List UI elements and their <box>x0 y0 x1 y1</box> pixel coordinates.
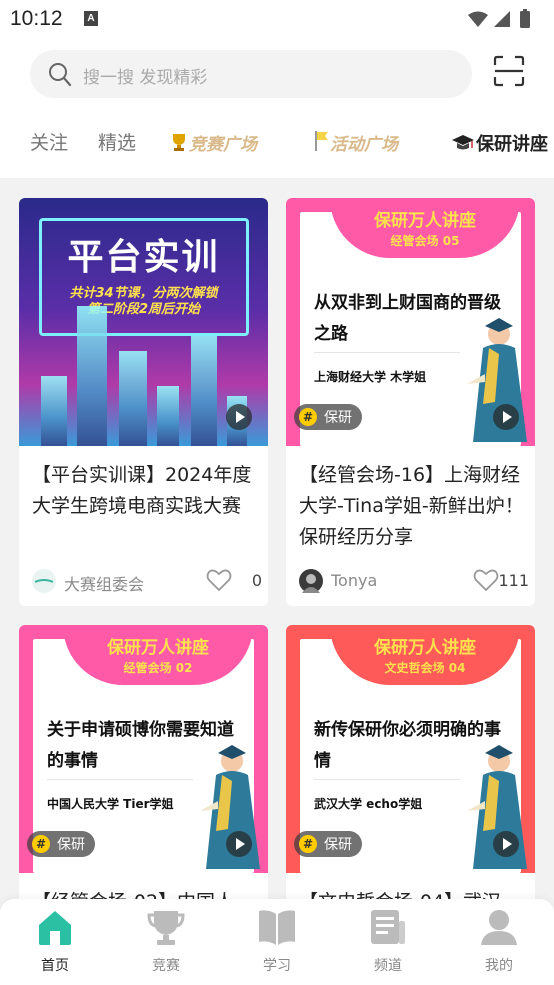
tab-featured[interactable]: 精选 <box>98 128 136 155</box>
avatar <box>32 569 56 593</box>
home-icon <box>35 907 75 947</box>
card-thumbnail: 新传保研你必须明确的事情 武汉大学 echo学姐 保研万人讲座 文史哲会场 04… <box>286 625 535 873</box>
profile-icon <box>479 907 519 947</box>
poster-divider <box>314 352 460 353</box>
channel-icon <box>368 907 408 947</box>
notification-icon: A <box>84 11 98 26</box>
poster-speaker: 中国人民大学 Tier学姐 <box>47 797 174 811</box>
trophy-icon <box>146 907 186 947</box>
scan-icon[interactable] <box>492 54 526 92</box>
poster-session: 文史哲会场 04 <box>384 661 466 675</box>
card-title: 【平台实训课】2024年度大学生跨境电商实践大赛 <box>32 464 252 517</box>
poster-session: 经管会场 02 <box>123 661 193 675</box>
tab-postgrad-lecture[interactable]: 保研讲座 <box>451 130 548 157</box>
nav-label: 我的 <box>485 958 513 974</box>
topic-tag[interactable]: # 保研 <box>27 831 95 857</box>
building-shape <box>41 376 67 446</box>
flag-icon <box>313 130 329 157</box>
topic-tag[interactable]: # 保研 <box>294 831 362 857</box>
thumbnail-title: 平台实训 <box>67 237 220 278</box>
tab-label: 保研讲座 <box>476 134 548 155</box>
heart-icon[interactable] <box>473 568 499 596</box>
card-thumbnail: 从双非到上财国商的晋级之路 上海财经大学 木学姐 保研万人讲座 经管会场 05 … <box>286 198 535 446</box>
tab-label: 竞赛广场 <box>189 135 257 155</box>
nav-label: 频道 <box>374 958 402 974</box>
nav-channel[interactable]: 频道 <box>343 907 433 977</box>
thumbnail-subtitle: 共计34节课，分两次解锁 第二阶段2周后开始 <box>19 286 268 318</box>
like-count: 111 <box>498 571 529 590</box>
system-icons <box>466 9 542 33</box>
building-shape <box>157 386 179 446</box>
graduate-figure-illustration <box>188 741 268 873</box>
play-icon <box>226 831 252 857</box>
card-thumbnail: 关于申请硕博你需要知道的事情 中国人民大学 Tier学姐 保研万人讲座 经管会场… <box>19 625 268 873</box>
topic-tag[interactable]: # 保研 <box>294 404 362 430</box>
building-shape <box>77 306 107 446</box>
search-icon <box>48 61 72 91</box>
nav-label: 首页 <box>41 958 69 974</box>
feed-card[interactable]: 关于申请硕博你需要知道的事情 中国人民大学 Tier学姐 保研万人讲座 经管会场… <box>19 625 268 925</box>
poster-session: 经管会场 05 <box>390 234 460 248</box>
hashtag-icon: # <box>299 408 317 426</box>
tab-activity-plaza[interactable]: 活动广场 <box>313 130 398 157</box>
wifi-signal-battery-icons <box>468 9 530 28</box>
play-icon <box>493 404 519 430</box>
graduate-figure-illustration <box>455 741 535 873</box>
feed-card[interactable]: 从双非到上财国商的晋级之路 上海财经大学 木学姐 保研万人讲座 经管会场 05 … <box>286 198 535 606</box>
search-bar[interactable]: 搜一搜 发现精彩 <box>30 50 472 98</box>
poster-heading: 保研万人讲座 <box>107 638 209 658</box>
card-meta: 大赛组委会 0 <box>32 568 262 594</box>
poster-header: 保研万人讲座 经管会场 02 <box>63 625 253 685</box>
tag-label: 保研 <box>57 837 85 853</box>
graduation-cap-icon <box>451 134 475 157</box>
book-icon <box>257 907 297 947</box>
nav-label: 竞赛 <box>152 958 180 974</box>
hashtag-icon: # <box>299 835 317 853</box>
poster-speaker: 武汉大学 echo学姐 <box>314 797 423 811</box>
hashtag-icon: # <box>32 835 50 853</box>
avatar <box>299 569 323 593</box>
nav-study[interactable]: 学习 <box>232 907 322 977</box>
thumbnail-subtitle-line1: 共计34节课，分两次解锁 <box>69 286 218 301</box>
building-shape <box>119 351 147 446</box>
card-thumbnail: 平台实训 共计34节课，分两次解锁 第二阶段2周后开始 <box>19 198 268 446</box>
tab-follow[interactable]: 关注 <box>30 128 68 155</box>
play-icon <box>226 404 252 430</box>
tab-label: 活动广场 <box>330 135 398 155</box>
feed-card[interactable]: 平台实训 共计34节课，分两次解锁 第二阶段2周后开始 【平台实训课】2024年… <box>19 198 268 606</box>
poster-heading: 保研万人讲座 <box>374 638 476 658</box>
poster-heading: 保研万人讲座 <box>374 211 476 231</box>
nav-home[interactable]: 首页 <box>10 907 100 977</box>
tag-label: 保研 <box>324 410 352 426</box>
play-icon <box>493 831 519 857</box>
trophy-icon <box>170 132 188 157</box>
card-author: 大赛组委会 <box>64 575 145 594</box>
bottom-nav: 首页 竞赛 学习 频道 我的 <box>0 899 554 985</box>
card-author: Tonya <box>331 571 378 590</box>
building-shape <box>191 336 217 446</box>
nav-competition[interactable]: 竞赛 <box>121 907 211 977</box>
feed-card[interactable]: 新传保研你必须明确的事情 武汉大学 echo学姐 保研万人讲座 文史哲会场 04… <box>286 625 535 925</box>
poster-divider <box>47 779 193 780</box>
poster-header: 保研万人讲座 文史哲会场 04 <box>330 625 520 685</box>
thumbnail-subtitle-line2: 第二阶段2周后开始 <box>86 302 201 317</box>
poster-divider <box>314 779 460 780</box>
card-meta: Tonya 111 <box>299 568 529 594</box>
nav-label: 学习 <box>263 958 291 974</box>
category-tabs: 关注 精选 竞赛广场 活动广场 保研讲座 <box>0 122 554 162</box>
top-header: 搜一搜 发现精彩 关注 精选 竞赛广场 活动广场 保研讲座 <box>0 38 554 178</box>
nav-profile[interactable]: 我的 <box>454 907 544 977</box>
card-title: 【经管会场-16】上海财经大学-Tina学姐-新鲜出炉！保研经历分享 <box>299 464 524 548</box>
tab-competition-plaza[interactable]: 竞赛广场 <box>170 130 257 157</box>
poster-header: 保研万人讲座 经管会场 05 <box>330 198 520 258</box>
like-count: 0 <box>251 571 262 590</box>
poster-speaker: 上海财经大学 木学姐 <box>314 370 427 384</box>
graduate-figure-illustration <box>455 314 535 446</box>
search-placeholder: 搜一搜 发现精彩 <box>83 68 208 88</box>
heart-icon[interactable] <box>206 568 232 596</box>
tag-label: 保研 <box>324 837 352 853</box>
status-bar: 10:12 A <box>0 0 554 38</box>
status-time: 10:12 <box>10 7 63 30</box>
